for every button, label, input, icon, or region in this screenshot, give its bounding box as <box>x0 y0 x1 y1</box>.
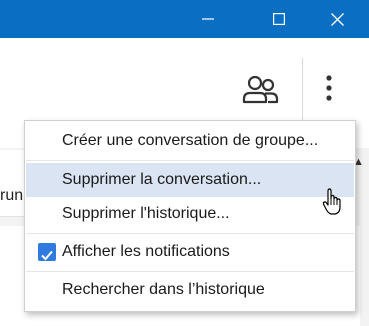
menu-separator <box>26 160 354 161</box>
maximize-icon <box>273 13 285 25</box>
close-button[interactable] <box>314 0 360 38</box>
menu-item-search-history[interactable]: Rechercher dans l’historique <box>26 273 354 307</box>
menu-item-create-group[interactable]: Créer une conversation de groupe... <box>26 124 354 158</box>
context-menu: Créer une conversation de groupe... Supp… <box>24 120 356 312</box>
partial-text: run <box>0 187 24 204</box>
checkmark-icon <box>41 250 53 261</box>
menu-item-label: Créer une conversation de groupe... <box>62 132 319 149</box>
menu-item-label: Supprimer la conversation... <box>62 171 262 188</box>
minimize-icon <box>202 18 214 20</box>
maximize-button[interactable] <box>256 0 302 38</box>
header-divider <box>302 58 303 122</box>
menu-item-label: Rechercher dans l’historique <box>62 281 265 298</box>
menu-separator <box>26 271 354 272</box>
menu-item-delete-history[interactable]: Supprimer l'historique... <box>26 197 354 231</box>
people-icon[interactable] <box>240 74 280 106</box>
menu-item-label: Supprimer l'historique... <box>62 205 230 222</box>
menu-separator <box>26 233 354 234</box>
hand-cursor-icon <box>322 188 341 215</box>
checkbox-checked[interactable] <box>38 243 56 261</box>
menu-item-show-notifications[interactable]: Afficher les notifications <box>26 235 354 269</box>
menu-item-delete-conversation[interactable]: Supprimer la conversation... <box>26 163 354 197</box>
menu-item-label: Afficher les notifications <box>62 243 230 260</box>
close-icon <box>330 12 344 26</box>
title-bar <box>0 0 369 38</box>
minimize-button[interactable] <box>185 0 231 38</box>
more-options-icon[interactable] <box>318 72 340 108</box>
